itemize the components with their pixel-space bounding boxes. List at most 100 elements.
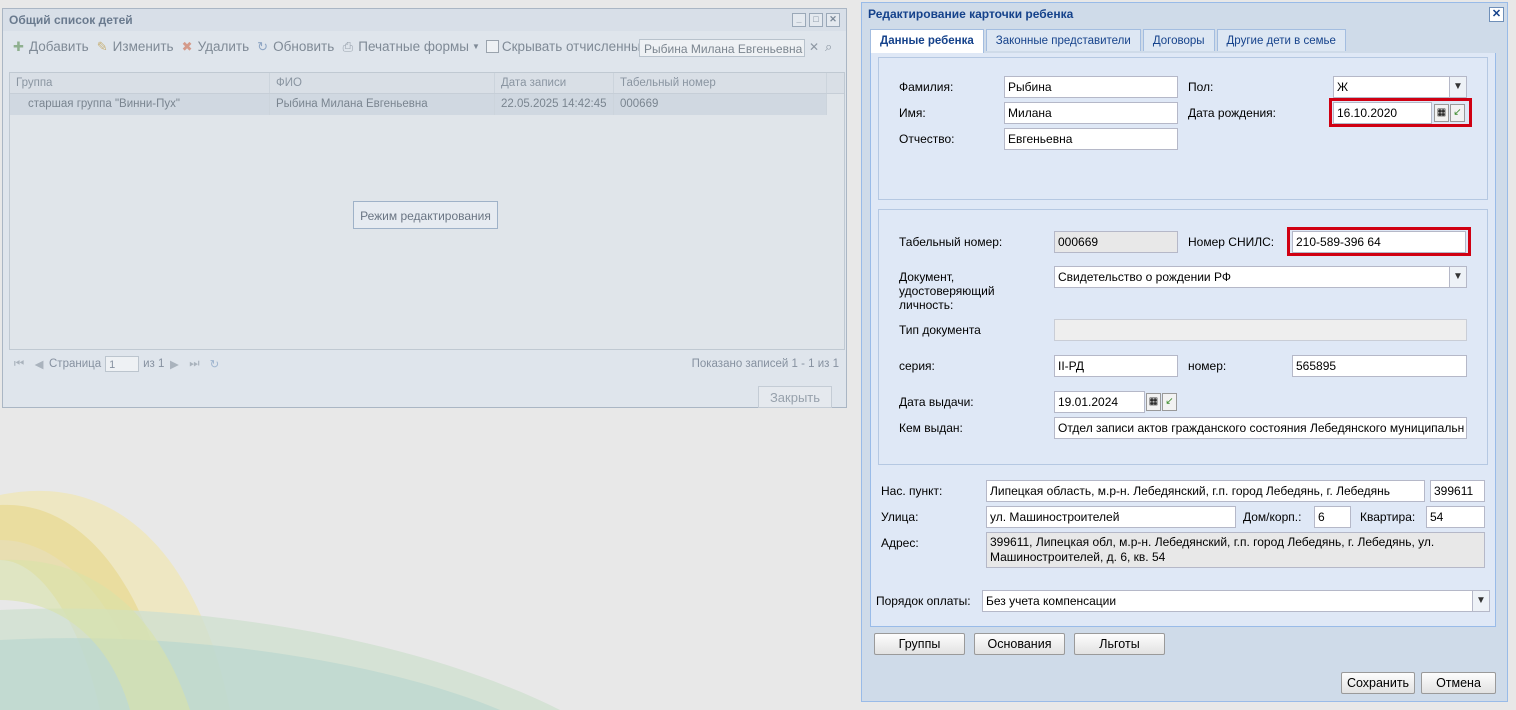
column-group[interactable]: Группа (10, 73, 270, 93)
series-field[interactable]: II-РД (1054, 355, 1178, 377)
column-tab-number[interactable]: Табельный номер (614, 73, 827, 93)
address-line1: 399611, Липецкая обл, м.р-н. Лебедянский… (990, 535, 1435, 549)
delete-icon: ✖ (181, 38, 193, 54)
issue-date-field[interactable]: 19.01.2024 (1054, 391, 1145, 413)
checkbox-icon (485, 39, 499, 53)
benefits-button[interactable]: Льготы (1074, 633, 1165, 655)
number-label: номер: (1188, 359, 1227, 373)
clear-icon[interactable]: ✕ (809, 40, 819, 54)
first-page-icon[interactable]: ⏮ (12, 358, 26, 371)
search-icon[interactable]: ⌕ (825, 39, 832, 55)
tab-child-data[interactable]: Данные ребенка (870, 29, 984, 53)
column-fio[interactable]: ФИО (270, 73, 495, 93)
save-button[interactable]: Сохранить (1341, 672, 1415, 694)
cell-date: 22.05.2025 14:42:45 (495, 94, 614, 115)
refresh-label: Обновить (273, 38, 335, 54)
chevron-down-icon[interactable]: ▼ (1472, 591, 1489, 611)
postcode-field[interactable]: 399611 (1430, 480, 1485, 502)
next-page-icon[interactable]: ▶ (167, 357, 181, 371)
maximize-icon[interactable]: □ (809, 13, 823, 27)
dialog-close-icon[interactable]: ✕ (1489, 7, 1504, 22)
snils-field[interactable]: 210-589-396 64 (1292, 231, 1466, 253)
id-document-value: Свидетельство о рождении РФ (1058, 270, 1231, 284)
cell-tab-number: 000669 (614, 94, 827, 115)
name-field[interactable]: Милана (1004, 102, 1178, 124)
delete-label: Удалить (197, 38, 250, 54)
cell-group: старшая группа "Винни-Пух" (10, 94, 270, 115)
address-line2: Машиностроителей, д. 6, кв. 54 (990, 550, 1166, 564)
number-field[interactable]: 565895 (1292, 355, 1467, 377)
series-label: серия: (899, 359, 935, 373)
locality-label: Нас. пункт: (881, 484, 943, 498)
hide-expelled-label: Скрывать отчисленных (501, 38, 648, 54)
calendar-icon[interactable]: ▦ (1146, 393, 1161, 411)
close-icon[interactable]: ✕ (826, 13, 840, 27)
child-data-panel: Фамилия: Рыбина Имя: Милана Отчество: Ев… (870, 53, 1496, 627)
last-page-icon[interactable]: ⏭ (187, 358, 201, 371)
tab-contracts[interactable]: Договоры (1142, 29, 1215, 51)
prev-page-icon[interactable]: ◀ (32, 357, 46, 371)
sex-value: Ж (1337, 80, 1349, 94)
surname-label: Фамилия: (899, 80, 954, 94)
today-date-icon[interactable]: ↙ (1162, 393, 1177, 411)
tab-other-children[interactable]: Другие дети в семье (1216, 29, 1346, 51)
doc-type-field[interactable] (1054, 319, 1467, 341)
page-label: Страница (49, 358, 102, 370)
sex-label: Пол: (1188, 80, 1214, 94)
payment-label: Порядок оплаты: (876, 594, 971, 608)
street-field[interactable]: ул. Машиностроителей (986, 506, 1236, 528)
surname-field[interactable]: Рыбина (1004, 76, 1178, 98)
sex-select[interactable]: Ж ▼ (1333, 76, 1467, 98)
chevron-down-icon[interactable]: ▼ (1449, 267, 1466, 287)
house-field[interactable]: 6 (1314, 506, 1351, 528)
refresh-icon: ↻ (257, 38, 269, 54)
payment-select[interactable]: Без учета компенсации ▼ (982, 590, 1490, 612)
id-document-label-line3: личность: (899, 298, 954, 312)
edit-button[interactable]: ✎ Изменить (95, 39, 174, 54)
records-shown: Показано записей 1 - 1 из 1 (691, 358, 839, 370)
chevron-down-icon[interactable]: ▼ (1449, 77, 1466, 97)
address-field: 399611, Липецкая обл, м.р-н. Лебедянский… (986, 532, 1485, 568)
refresh-button[interactable]: ↻ Обновить (255, 39, 334, 54)
table-row[interactable]: старшая группа "Винни-Пух" Рыбина Милана… (10, 94, 827, 115)
close-button[interactable]: Закрыть (758, 386, 832, 408)
page-of-label: из 1 (143, 358, 165, 370)
children-list-window: Общий список детей _ □ ✕ ✚ Добавить ✎ Изме… (2, 8, 847, 408)
address-label: Адрес: (881, 536, 919, 550)
cancel-button[interactable]: Отмена (1421, 672, 1496, 694)
hide-expelled-checkbox[interactable]: Скрывать отчисленных (485, 38, 648, 54)
edit-mode-indicator: Режим редактирования (353, 201, 498, 229)
id-document-label: Документ, удостоверяющий личность: (899, 270, 995, 312)
delete-button[interactable]: ✖ Удалить (180, 39, 250, 54)
cell-fio: Рыбина Милана Евгеньевна (270, 94, 495, 115)
issued-by-field[interactable]: Отдел записи актов гражданского состояни… (1054, 417, 1467, 439)
patronymic-field[interactable]: Евгеньевна (1004, 128, 1178, 150)
tab-legal-representatives[interactable]: Законные представители (985, 29, 1141, 51)
apartment-label: Квартира: (1360, 510, 1416, 524)
id-document-select[interactable]: Свидетельство о рождении РФ ▼ (1054, 266, 1467, 288)
window-title: Общий список детей (9, 13, 133, 27)
printer-icon: ⎙ (342, 38, 353, 54)
minimize-icon[interactable]: _ (792, 13, 806, 27)
doc-type-label: Тип документа (899, 323, 981, 337)
today-date-icon[interactable]: ↙ (1450, 104, 1465, 122)
search-input[interactable]: Рыбина Милана Евгеньевна (639, 39, 805, 57)
payment-value: Без учета компенсации (986, 594, 1117, 608)
groups-button[interactable]: Группы (874, 633, 965, 655)
calendar-icon[interactable]: ▦ (1434, 104, 1449, 122)
edit-label: Изменить (112, 38, 174, 54)
grounds-button[interactable]: Основания (974, 633, 1065, 655)
pencil-icon: ✎ (96, 38, 108, 54)
locality-field[interactable]: Липецкая область, м.р-н. Лебедянский, г.… (986, 480, 1425, 502)
add-button[interactable]: ✚ Добавить (11, 39, 89, 54)
tab-number-label: Табельный номер: (899, 235, 1003, 249)
dialog-titlebar[interactable]: Редактирование карточки ребенка ✕ (862, 3, 1507, 25)
birth-date-field[interactable]: 16.10.2020 (1333, 102, 1432, 124)
print-forms-button[interactable]: ⎙ Печатные формы ▼ (340, 39, 480, 54)
refresh-page-icon[interactable]: ↻ (207, 357, 221, 371)
id-document-label-line1: Документ, (899, 270, 955, 284)
column-date[interactable]: Дата записи (495, 73, 614, 93)
page-input[interactable]: 1 (105, 356, 140, 372)
plus-icon: ✚ (13, 38, 24, 54)
apartment-field[interactable]: 54 (1426, 506, 1485, 528)
